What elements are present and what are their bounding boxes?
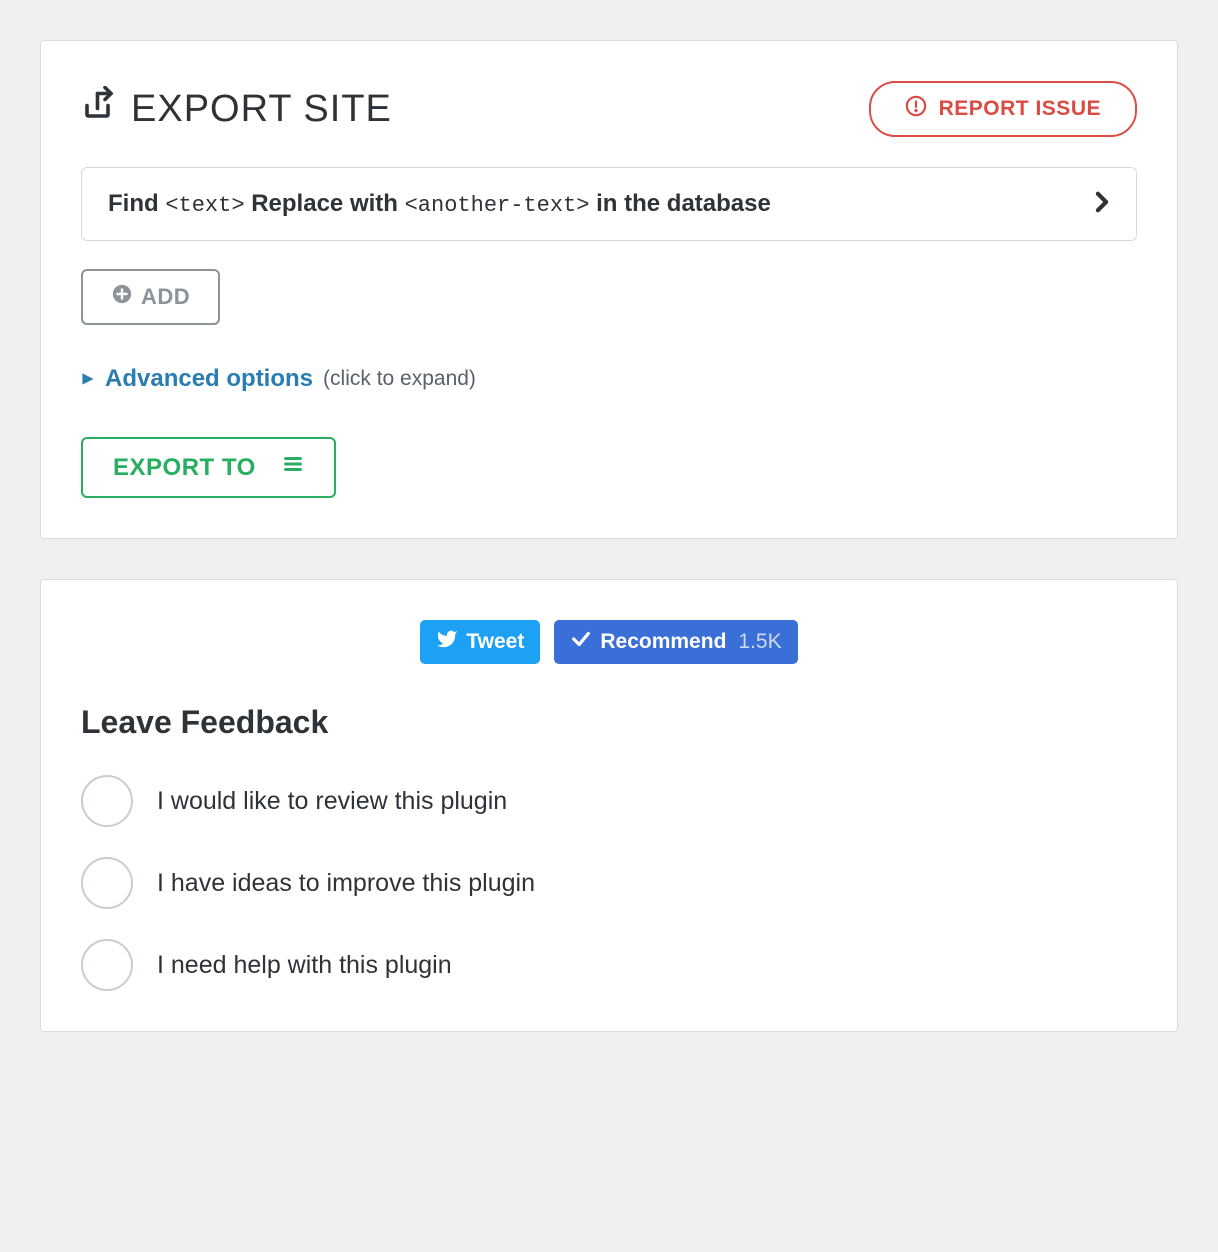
find-replace-text: Find <text> Replace with <another-text> … xyxy=(108,190,771,218)
twitter-icon xyxy=(436,628,458,656)
feedback-heading: Leave Feedback xyxy=(81,704,1137,741)
export-to-button[interactable]: EXPORT TO xyxy=(81,437,336,498)
recommend-count: 1.5K xyxy=(738,630,781,654)
radio-icon xyxy=(81,857,133,909)
advanced-options-hint: (click to expand) xyxy=(323,367,476,391)
find-replace-suffix: in the database xyxy=(596,190,771,217)
chevron-right-icon xyxy=(1094,191,1110,218)
find-label: Find xyxy=(108,190,159,217)
plus-circle-icon xyxy=(111,283,133,311)
feedback-option-label: I have ideas to improve this plugin xyxy=(157,869,535,898)
add-button-label: ADD xyxy=(141,284,190,310)
tweet-label: Tweet xyxy=(466,630,524,654)
radio-icon xyxy=(81,775,133,827)
feedback-option-ideas[interactable]: I have ideas to improve this plugin xyxy=(81,857,1137,909)
find-placeholder: <text> xyxy=(165,193,244,218)
radio-icon xyxy=(81,939,133,991)
report-issue-button[interactable]: REPORT ISSUE xyxy=(869,81,1137,137)
feedback-option-label: I need help with this plugin xyxy=(157,951,452,980)
find-replace-panel[interactable]: Find <text> Replace with <another-text> … xyxy=(81,167,1137,241)
recommend-button[interactable]: Recommend 1.5K xyxy=(554,620,797,664)
page-title: EXPORT SITE xyxy=(81,86,392,132)
feedback-card: Tweet Recommend 1.5K Leave Feedback I wo… xyxy=(40,579,1178,1032)
menu-icon xyxy=(282,453,304,482)
export-to-label: EXPORT TO xyxy=(113,454,256,482)
replace-placeholder: <another-text> xyxy=(405,193,590,218)
alert-circle-icon xyxy=(905,95,927,123)
feedback-option-help[interactable]: I need help with this plugin xyxy=(81,939,1137,991)
advanced-options-toggle[interactable]: Advanced options (click to expand) xyxy=(81,365,1137,393)
tweet-button[interactable]: Tweet xyxy=(420,620,540,664)
check-icon xyxy=(570,628,592,656)
report-issue-label: REPORT ISSUE xyxy=(939,97,1101,121)
add-button[interactable]: ADD xyxy=(81,269,220,325)
feedback-options-list: I would like to review this plugin I hav… xyxy=(81,775,1137,991)
feedback-option-review[interactable]: I would like to review this plugin xyxy=(81,775,1137,827)
feedback-option-label: I would like to review this plugin xyxy=(157,787,507,816)
recommend-label: Recommend xyxy=(600,630,726,654)
page-title-text: EXPORT SITE xyxy=(131,88,392,131)
caret-right-icon xyxy=(81,365,95,393)
export-icon xyxy=(81,86,131,132)
replace-label: Replace with xyxy=(251,190,398,217)
social-buttons-row: Tweet Recommend 1.5K xyxy=(81,620,1137,664)
advanced-options-label: Advanced options xyxy=(105,365,313,393)
export-header: EXPORT SITE REPORT ISSUE xyxy=(81,81,1137,137)
export-site-card: EXPORT SITE REPORT ISSUE Find <text> Rep… xyxy=(40,40,1178,539)
